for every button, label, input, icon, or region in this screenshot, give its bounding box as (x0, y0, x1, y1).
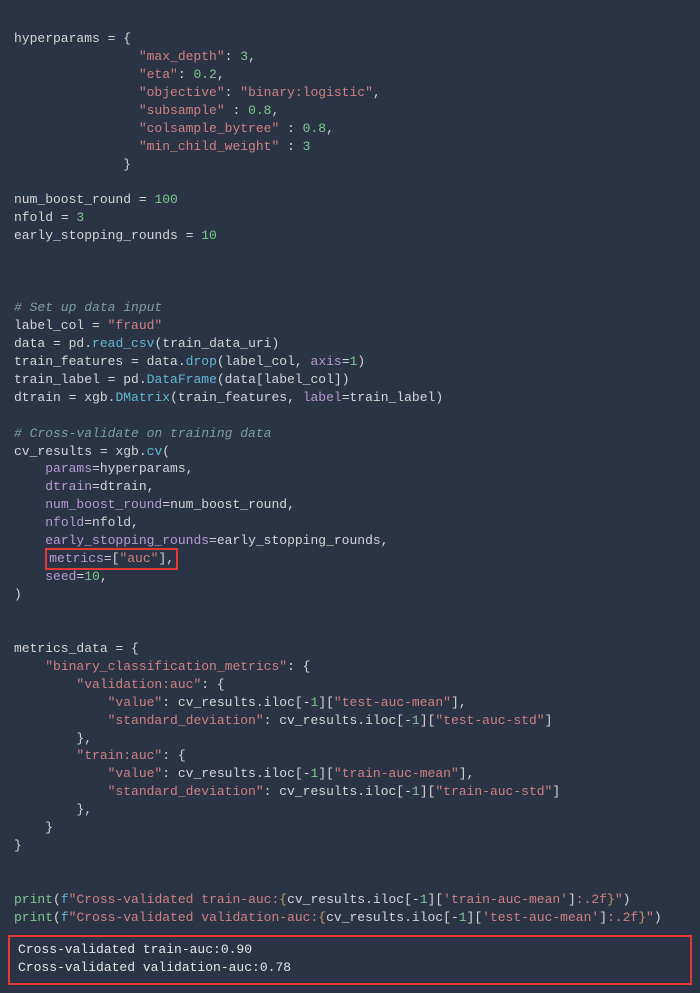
output-line: Cross-validated validation-auc:0.78 (18, 960, 291, 975)
code-line: } (14, 157, 131, 172)
code-line: "objective": "binary:logistic", (14, 85, 381, 100)
highlight-metrics-auc: metrics=["auc"], (45, 548, 178, 570)
code-line: early_stopping_rounds = 10 (14, 228, 217, 243)
code-line: "binary_classification_metrics": { (14, 659, 310, 674)
code-line: hyperparams = { (14, 31, 131, 46)
output-line: Cross-validated train-auc:0.90 (18, 942, 252, 957)
code-line: } (14, 838, 22, 853)
output-highlight-box: Cross-validated train-auc:0.90 Cross-val… (8, 935, 692, 985)
code-line: "standard_deviation": cv_results.iloc[-1… (14, 784, 560, 799)
code-line: train_features = data.drop(label_col, ax… (14, 354, 365, 369)
code-line: num_boost_round=num_boost_round, (14, 497, 295, 512)
code-line: "train:auc": { (14, 748, 186, 763)
code-line: "validation:auc": { (14, 677, 225, 692)
code-line: num_boost_round = 100 (14, 192, 178, 207)
code-line: "max_depth": 3, (14, 49, 256, 64)
code-line: train_label = pd.DataFrame(data[label_co… (14, 372, 350, 387)
code-line: ) (14, 587, 22, 602)
code-line: }, (14, 731, 92, 746)
code-line: "value": cv_results.iloc[-1]["train-auc-… (14, 766, 474, 781)
code-line: nfold = 3 (14, 210, 84, 225)
code-line: "colsample_bytree" : 0.8, (14, 121, 334, 136)
code-line: label_col = "fraud" (14, 318, 162, 333)
code-block: hyperparams = { "max_depth": 3, "eta": 0… (0, 0, 700, 933)
code-line: metrics_data = { (14, 641, 139, 656)
code-line: "min_child_weight" : 3 (14, 139, 310, 154)
code-line: "subsample" : 0.8, (14, 103, 279, 118)
code-line: early_stopping_rounds=early_stopping_rou… (14, 533, 389, 548)
code-comment: # Set up data input (14, 300, 162, 315)
code-line: } (14, 820, 53, 835)
code-line: "eta": 0.2, (14, 67, 225, 82)
code-line: seed=10, (14, 569, 108, 584)
code-line: print(f"Cross-validated train-auc:{cv_re… (14, 892, 630, 907)
code-line: }, (14, 802, 92, 817)
code-line: cv_results = xgb.cv( (14, 444, 170, 459)
code-line: nfold=nfold, (14, 515, 139, 530)
code-line: "value": cv_results.iloc[-1]["test-auc-m… (14, 695, 467, 710)
code-comment: # Cross-validate on training data (14, 426, 271, 441)
code-line: params=hyperparams, (14, 461, 193, 476)
code-line: dtrain=dtrain, (14, 479, 154, 494)
code-line: data = pd.read_csv(train_data_uri) (14, 336, 279, 351)
code-line: print(f"Cross-validated validation-auc:{… (14, 910, 662, 925)
code-line: dtrain = xgb.DMatrix(train_features, lab… (14, 390, 443, 405)
code-line: metrics=["auc"], (14, 551, 178, 566)
code-line: "standard_deviation": cv_results.iloc[-1… (14, 713, 552, 728)
